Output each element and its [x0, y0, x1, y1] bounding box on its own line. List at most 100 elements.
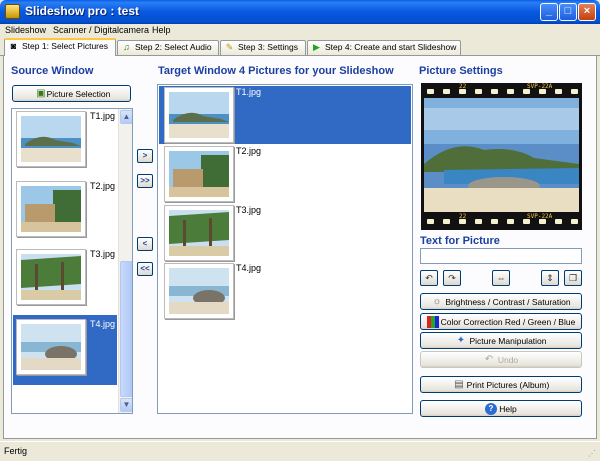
- list-item-thumb[interactable]: [164, 205, 234, 261]
- beach-photo: [424, 98, 579, 212]
- file-name: T3.jpg: [236, 205, 262, 215]
- tab-label: Step 3: Settings: [238, 42, 299, 52]
- source-list[interactable]: T1.jpg T2.jpg T3.jpg T4.jpg ▲ ▼: [11, 108, 133, 414]
- list-item-thumb[interactable]: [16, 319, 86, 375]
- help-button[interactable]: ? Help: [420, 400, 582, 417]
- tab-select-audio[interactable]: ♫ Step 2: Select Audio: [117, 40, 219, 55]
- flip-horizontal-icon[interactable]: ⇔: [492, 270, 510, 286]
- button-label: Undo: [497, 355, 519, 365]
- list-item-thumb[interactable]: [164, 87, 234, 143]
- rocks-beach-photo: [169, 268, 229, 314]
- flip-vertical-icon[interactable]: ⇕: [541, 270, 559, 286]
- beach-photo: [169, 92, 229, 138]
- scroll-thumb[interactable]: [120, 261, 132, 397]
- file-name: T4.jpg: [236, 263, 262, 273]
- menu-bar: Slideshow Scanner / Digitalcamera Help: [0, 24, 600, 38]
- close-button[interactable]: ×: [578, 3, 596, 21]
- camera-icon: ◙: [10, 41, 17, 51]
- minimize-button[interactable]: _: [540, 3, 558, 21]
- file-name: T4.jpg: [90, 319, 116, 329]
- settings-icon: ✎: [225, 42, 234, 52]
- list-item-thumb[interactable]: [16, 181, 86, 237]
- brightness-button[interactable]: ☼ Brightness / Contrast / Saturation: [420, 293, 582, 310]
- button-label: Color Correction Red / Green / Blue: [440, 317, 576, 327]
- picture-manipulation-button[interactable]: ✦ Picture Manipulation: [420, 332, 582, 349]
- rocks-beach-photo: [21, 324, 81, 370]
- file-name: T2.jpg: [236, 146, 262, 156]
- source-heading: Source Window: [11, 65, 94, 77]
- button-label: Brightness / Contrast / Saturation: [445, 297, 571, 307]
- film-hole: [555, 219, 562, 224]
- button-label: Picture Manipulation: [469, 336, 547, 346]
- resize-grip-icon[interactable]: ⋰: [588, 449, 598, 459]
- film-hole: [427, 89, 434, 94]
- text-for-picture-label: Text for Picture: [420, 235, 500, 247]
- rotate-right-icon[interactable]: ↷: [443, 270, 461, 286]
- list-item-thumb[interactable]: [16, 249, 86, 305]
- film-hole: [427, 219, 434, 224]
- tab-label: Step 1: Select Pictures: [22, 41, 108, 51]
- menu-scanner[interactable]: Scanner / Digitalcamera: [53, 25, 149, 35]
- title-bar: Slideshow pro : test _ □ ×: [0, 0, 600, 24]
- film-hole: [443, 219, 450, 224]
- print-pictures-button[interactable]: ▤ Print Pictures (Album): [420, 376, 582, 393]
- film-hole: [443, 89, 450, 94]
- color-correction-button[interactable]: Color Correction Red / Green / Blue: [420, 313, 582, 330]
- remove-all-button[interactable]: <<: [137, 262, 153, 276]
- beach-photo: [21, 116, 81, 162]
- palm-trees-photo: [21, 254, 81, 300]
- remove-one-button[interactable]: <: [137, 237, 153, 251]
- button-label: Print Pictures (Album): [466, 380, 550, 390]
- list-item-thumb[interactable]: [164, 263, 234, 319]
- palm-trees-photo: [169, 210, 229, 256]
- film-hole: [491, 89, 498, 94]
- tab-strip: ◙ Step 1: Select Pictures ♫ Step 2: Sele…: [0, 38, 600, 56]
- film-hole: [571, 219, 578, 224]
- rotate-left-icon[interactable]: ↶: [420, 270, 438, 286]
- list-item-thumb[interactable]: [164, 146, 234, 202]
- menu-slideshow[interactable]: Slideshow: [5, 25, 46, 35]
- film-hole: [555, 89, 562, 94]
- picture-preview: 22 SVP-22A 22 SVP-22A: [421, 83, 582, 230]
- maximize-button[interactable]: □: [559, 3, 577, 21]
- target-list[interactable]: T1.jpg T2.jpg T3.jpg T4.jpg: [157, 84, 413, 414]
- tab-create-slideshow[interactable]: ▶ Step 4: Create and start Slideshow: [307, 40, 461, 55]
- window-title: Slideshow pro : test: [25, 4, 140, 18]
- film-label: 22: [459, 213, 467, 220]
- status-text: Fertig: [4, 446, 28, 456]
- list-item-thumb[interactable]: [16, 111, 86, 167]
- film-hole: [475, 89, 482, 94]
- button-label: Help: [499, 404, 517, 414]
- menu-help[interactable]: Help: [152, 25, 171, 35]
- file-name: T1.jpg: [236, 87, 262, 97]
- add-one-button[interactable]: >: [137, 149, 153, 163]
- film-hole: [539, 89, 546, 94]
- picture-text-input[interactable]: [420, 248, 582, 264]
- add-all-button[interactable]: >>: [137, 174, 153, 188]
- copy-icon[interactable]: ❐: [564, 270, 582, 286]
- scroll-down-button[interactable]: ▼: [120, 398, 132, 412]
- film-hole: [571, 89, 578, 94]
- file-name: T3.jpg: [90, 249, 116, 259]
- button-label: Picture Selection: [46, 89, 111, 99]
- film-label: SVP-22A: [527, 213, 553, 220]
- tab-select-pictures[interactable]: ◙ Step 1: Select Pictures: [4, 38, 116, 56]
- picture-selection-button[interactable]: ▣ Picture Selection: [12, 85, 131, 102]
- film-hole: [475, 219, 482, 224]
- source-scrollbar[interactable]: ▲ ▼: [118, 109, 132, 413]
- tab-settings[interactable]: ✎ Step 3: Settings: [220, 40, 306, 55]
- settings-heading: Picture Settings: [419, 65, 503, 77]
- scroll-up-button[interactable]: ▲: [120, 110, 132, 124]
- tab-label: Step 2: Select Audio: [135, 42, 212, 52]
- status-bar: Fertig ⋰: [0, 441, 600, 461]
- film-hole: [507, 219, 514, 224]
- palm-wall-photo: [21, 186, 81, 232]
- film-hole: [523, 89, 530, 94]
- undo-button[interactable]: ↶ Undo: [420, 351, 582, 368]
- film-hole: [459, 89, 466, 94]
- tab-label: Step 4: Create and start Slideshow: [325, 42, 457, 52]
- file-name: T1.jpg: [90, 111, 116, 121]
- audio-icon: ♫: [123, 42, 130, 52]
- target-heading: Target Window 4 Pictures for your Slides…: [158, 65, 394, 77]
- film-hole: [491, 219, 498, 224]
